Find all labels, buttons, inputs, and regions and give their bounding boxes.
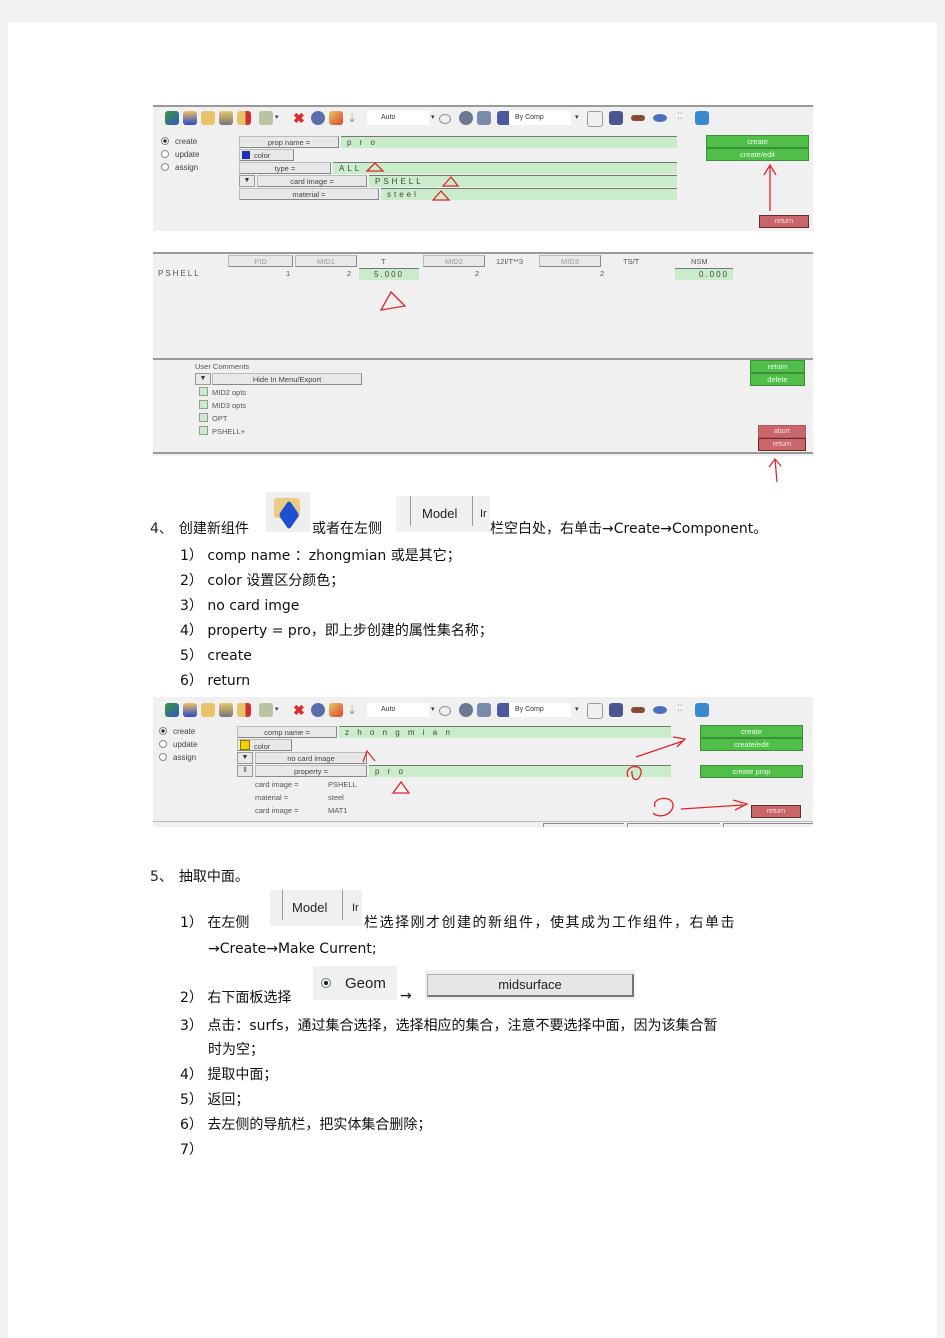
step5-item-3: 3） 点击：surfs，通过集合选择，选择相应的集合，注意不要选择中面，因为该集… [180, 1018, 718, 1034]
model-tab-image[interactable]: Model Ir [270, 890, 362, 926]
annotation-arrow [768, 457, 782, 483]
step5-item-1-menu: →Create→Make Current; [208, 941, 377, 957]
annotation-marks [379, 290, 407, 311]
annotation-triangle [362, 749, 376, 763]
step4-item-1: 1） comp name ：zhongmian 或是其它； [180, 548, 461, 564]
annotation-marks [362, 736, 749, 817]
annotation-arrow [763, 163, 777, 211]
model-tab-image[interactable]: Model Ir [396, 496, 490, 532]
annotation-arrow-1 [635, 736, 687, 758]
annotation-triangle [365, 162, 385, 172]
step4-item-5: 5） create [180, 648, 252, 664]
screenshot-card-panel: PID MID1 T MID2 12I/T**3 MID3 TS/T NSM P… [153, 252, 813, 456]
annotation-triangle [391, 780, 411, 794]
step5-item-6: 6） 去左侧的导航栏，把实体集合删除； [180, 1117, 432, 1133]
step4-item-3: 3） no card imge [180, 598, 300, 614]
step4-heading: 4、 创建新组件 [150, 521, 249, 537]
annotation-triangle [379, 290, 407, 311]
step5-heading: 5、 抽取中面。 [150, 869, 249, 885]
step4-text-b: 或者在左侧 [312, 521, 382, 537]
step4-item-6: 6） return [180, 673, 251, 689]
screenshot-component-panel: ▾ ✖ ⇣ Auto ▾ By Comp ▾ ⁚⁚ create update … [153, 697, 813, 827]
step4-text-c: 栏空白处，右单击→Create→Component。 [490, 521, 768, 537]
annotation-triangle [441, 175, 460, 187]
geom-radio-image[interactable]: Geom [313, 966, 397, 1000]
midsurface-button-image[interactable]: midsurface [425, 970, 635, 1000]
step5-item-4: 4） 提取中面； [180, 1067, 278, 1083]
annotation-circle-2 [652, 797, 674, 817]
step5-item-3-cont: 时为空； [208, 1042, 264, 1058]
arrow-text: → [400, 988, 412, 1004]
step5-item-2: 2） 右下面板选择 [180, 990, 292, 1006]
screenshot-property-panel: ▾ ✖ ⇣ Auto ▾ By Comp ▾ ⁚⁚ create update … [153, 105, 813, 231]
step5-item-1-cont: 栏选择刚才创建的新组件，使其成为工作组件，右单击 [364, 915, 736, 931]
step4-item-2: 2） color 设置区分颜色； [180, 573, 345, 589]
step5-item-5: 5） 返回； [180, 1092, 250, 1108]
step4-item-4: 4） property = pro，即上步创建的属性集名称； [180, 623, 493, 639]
annotation-triangle [431, 190, 451, 201]
annotation-arrow-2 [680, 799, 749, 811]
annotation-circle-1 [626, 766, 642, 781]
annotation-marks [365, 162, 777, 211]
step5-item-1: 1） 在左侧 [180, 915, 250, 931]
radio-selected-icon [321, 978, 331, 988]
new-component-icon[interactable] [266, 492, 310, 532]
step5-item-7: 7） [180, 1142, 203, 1158]
